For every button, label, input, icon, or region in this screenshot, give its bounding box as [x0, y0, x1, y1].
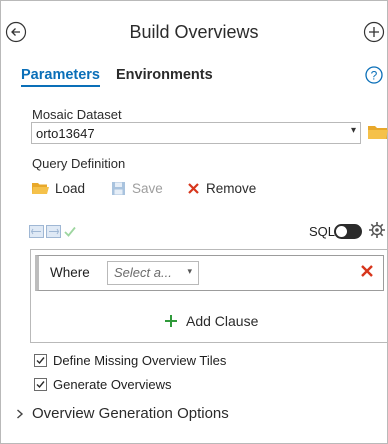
save-button[interactable]: Save — [111, 181, 163, 196]
browse-button[interactable] — [367, 123, 388, 141]
checkbox-box — [34, 378, 47, 391]
ungroup-clauses-button[interactable] — [46, 225, 61, 243]
expander-label: Overview Generation Options — [32, 405, 229, 422]
mosaic-dataset-label: Mosaic Dataset — [32, 107, 122, 122]
field-select-placeholder: Select a... — [114, 265, 172, 280]
tab-parameters-label: Parameters — [21, 67, 100, 83]
save-label: Save — [132, 181, 163, 196]
active-tab-underline — [21, 85, 100, 87]
add-clause-label: Add Clause — [186, 313, 259, 329]
folder-open-icon — [32, 183, 49, 194]
checkmark-icon — [64, 226, 76, 237]
checkbox-box — [34, 354, 47, 367]
chevron-right-icon — [17, 408, 24, 419]
settings-button[interactable] — [368, 221, 386, 239]
define-missing-tiles-checkbox[interactable]: Define Missing Overview Tiles — [34, 353, 226, 368]
save-disk-icon — [112, 182, 125, 195]
mosaic-dataset-value: orto13647 — [36, 126, 95, 141]
gear-icon — [369, 222, 385, 238]
add-circle-icon — [363, 21, 385, 43]
folder-icon — [368, 126, 388, 139]
toggle-knob — [336, 226, 347, 237]
overview-options-expander[interactable]: Overview Generation Options — [16, 405, 229, 422]
where-label: Where — [50, 265, 90, 280]
clause-tools — [29, 225, 77, 243]
svg-text:?: ? — [371, 69, 378, 83]
tab-environments[interactable]: Environments — [116, 67, 213, 83]
checkmark-icon — [36, 381, 45, 389]
add-button[interactable] — [363, 21, 385, 43]
remove-clause-button[interactable] — [359, 263, 375, 279]
validate-button[interactable] — [63, 225, 77, 243]
tab-environments-label: Environments — [116, 67, 213, 83]
pane-title: Build Overviews — [129, 22, 259, 42]
field-select[interactable]: Select a... ▾ — [107, 261, 199, 285]
checkbox-label: Define Missing Overview Tiles — [53, 353, 227, 368]
remove-x-icon — [188, 183, 199, 194]
chevron-down-icon: ▾ — [350, 125, 356, 136]
sql-label: SQL — [309, 224, 336, 239]
tab-parameters[interactable]: Parameters — [21, 67, 100, 87]
help-button[interactable]: ? — [365, 66, 383, 84]
sql-toggle[interactable] — [334, 224, 362, 239]
remove-label: Remove — [206, 181, 257, 196]
generate-overviews-checkbox[interactable]: Generate Overviews — [34, 377, 172, 392]
chevron-down-icon: ▾ — [187, 266, 192, 276]
query-definition-label: Query Definition — [32, 156, 126, 171]
group-clauses-button[interactable] — [29, 225, 44, 243]
help-icon: ? — [365, 66, 383, 84]
add-clause-button[interactable]: Add Clause — [164, 313, 258, 329]
close-icon — [361, 265, 373, 277]
remove-button[interactable]: Remove — [187, 181, 256, 196]
ungroup-icon — [46, 225, 61, 238]
group-icon — [29, 225, 44, 238]
mosaic-dataset-select[interactable]: orto13647 ▾ — [31, 122, 361, 144]
load-label: Load — [55, 181, 86, 196]
plus-icon — [165, 315, 177, 327]
checkbox-label: Generate Overviews — [53, 377, 172, 392]
checkmark-icon — [36, 357, 45, 365]
load-button[interactable]: Load — [31, 181, 85, 196]
geoprocessing-pane: Build Overviews Parameters Environments … — [0, 0, 388, 444]
